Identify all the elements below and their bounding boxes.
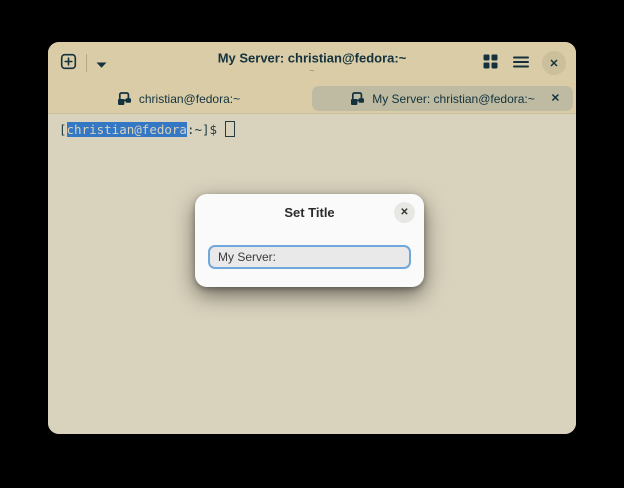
session-sidebar-button[interactable]: [481, 52, 500, 74]
tab-label: My Server: christian@fedora:~: [372, 91, 535, 106]
close-icon: ✕: [400, 207, 409, 218]
tab-my-server[interactable]: My Server: christian@fedora:~ ✕: [312, 86, 573, 111]
terminal-cursor: [225, 121, 236, 137]
headerbar-left: [58, 51, 109, 75]
tab-label: christian@fedora:~: [138, 91, 241, 106]
new-session-dropdown-button[interactable]: [94, 54, 109, 73]
hamburger-menu-icon: [513, 56, 529, 71]
set-title-dialog: Set Title ✕: [195, 194, 424, 287]
tab-bar: christian@fedora:~ My Server: christian@…: [48, 84, 576, 114]
window-title: My Server: christian@fedora:~: [217, 50, 407, 66]
grid-icon: [483, 54, 498, 72]
terminal-prompt: [christian@fedora:~]$: [59, 121, 565, 138]
chevron-down-icon: [96, 56, 107, 71]
new-session-button[interactable]: [58, 51, 79, 75]
window-close-button[interactable]: ✕: [542, 51, 566, 75]
prompt-rest: :~]$: [186, 122, 218, 137]
separator: [86, 54, 87, 72]
session-icon: [117, 91, 132, 106]
main-menu-button[interactable]: [511, 54, 531, 73]
prompt-bracket: [: [59, 122, 67, 137]
title-entry-input[interactable]: [208, 245, 411, 269]
dialog-close-button[interactable]: ✕: [394, 202, 415, 223]
window-subtitle: ~: [309, 65, 315, 76]
tab-christian-fedora[interactable]: christian@fedora:~: [48, 84, 309, 113]
prompt-selected-text: christian@fedora: [66, 122, 187, 137]
close-icon: ✕: [549, 57, 559, 70]
headerbar-right: ✕: [481, 51, 566, 75]
window-title-block: My Server: christian@fedora:~ ~: [132, 51, 492, 76]
tab-close-button[interactable]: ✕: [551, 93, 560, 104]
headerbar: My Server: christian@fedora:~ ~ ✕: [48, 42, 576, 84]
new-session-icon: [60, 53, 77, 73]
session-icon: [350, 91, 365, 106]
dialog-title: Set Title: [284, 205, 335, 220]
desktop-background: My Server: christian@fedora:~ ~ ✕ christ…: [0, 0, 624, 488]
